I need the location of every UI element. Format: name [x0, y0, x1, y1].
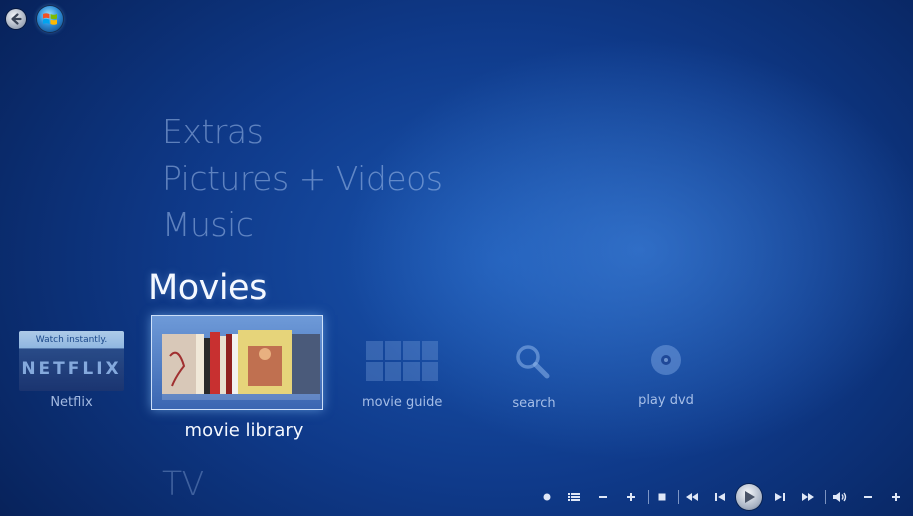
movie-guide-label: movie guide: [362, 395, 443, 410]
netflix-logo: NETFLIX: [21, 359, 122, 379]
volume-up-icon[interactable]: [891, 490, 901, 504]
windows-orb-icon: [43, 13, 57, 25]
channel-up-icon[interactable]: [626, 490, 636, 504]
fast-forward-icon[interactable]: [801, 490, 815, 504]
disc-icon: [651, 345, 681, 375]
dvd-cases-icon: [162, 330, 320, 400]
skip-back-icon[interactable]: [714, 490, 726, 504]
details-list-icon[interactable]: [568, 490, 580, 504]
grid-icon: [366, 341, 438, 381]
movie-library-tile: [151, 315, 323, 410]
volume-down-icon[interactable]: [863, 490, 873, 504]
play-icon: [745, 491, 755, 503]
menu-music[interactable]: Music: [162, 205, 254, 244]
menu-extras[interactable]: Extras: [162, 112, 264, 151]
movie-library-label: movie library: [184, 420, 304, 441]
stop-icon[interactable]: [657, 490, 667, 504]
menu-movies[interactable]: Movies: [148, 268, 267, 308]
menu-tv[interactable]: TV: [162, 464, 204, 503]
search-icon: [516, 345, 550, 379]
channel-down-icon[interactable]: [598, 490, 608, 504]
search-label: search: [512, 396, 556, 411]
netflix-label: Netflix: [50, 395, 93, 410]
menu-pictures-videos[interactable]: Pictures + Videos: [162, 159, 443, 198]
transport-controls: [538, 484, 908, 510]
back-button[interactable]: [6, 9, 26, 29]
strip-item-movie-guide[interactable]: movie guide: [362, 341, 442, 410]
netflix-tile: Watch instantly. NETFLIX: [19, 331, 124, 391]
strip-item-play-dvd[interactable]: play dvd: [636, 344, 696, 408]
strip-item-search[interactable]: search: [509, 343, 559, 411]
skip-forward-icon[interactable]: [774, 490, 786, 504]
back-arrow-icon: [11, 13, 22, 25]
speaker-icon[interactable]: [832, 490, 848, 504]
netflix-tagline: Watch instantly.: [35, 335, 108, 345]
play-dvd-label: play dvd: [638, 393, 694, 408]
transport-separator: [648, 490, 649, 504]
record-icon[interactable]: [542, 490, 552, 504]
rewind-icon[interactable]: [685, 490, 699, 504]
strip-item-netflix[interactable]: Watch instantly. NETFLIX Netflix: [19, 331, 124, 410]
strip-item-movie-library[interactable]: movie library: [151, 315, 323, 441]
start-button[interactable]: [37, 6, 63, 32]
transport-separator: [678, 490, 679, 504]
transport-separator: [825, 490, 826, 504]
play-button[interactable]: [736, 484, 762, 510]
